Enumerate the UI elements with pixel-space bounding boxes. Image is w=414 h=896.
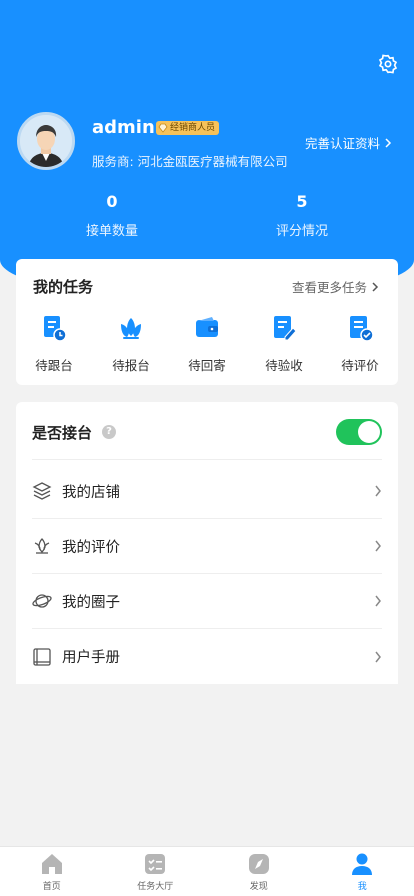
- menu-item-label: 我的店铺: [62, 484, 120, 501]
- complete-profile-link[interactable]: 完善认证资料: [305, 133, 392, 152]
- task-label: 待评价: [341, 358, 379, 373]
- role-badge: 经销商人员: [156, 121, 220, 135]
- tab-label: 我: [357, 882, 367, 892]
- chevron-right-icon: [375, 540, 381, 552]
- lotus-icon: [121, 318, 141, 339]
- avatar[interactable]: [17, 112, 75, 170]
- task-pending-acceptance[interactable]: 待验收: [254, 313, 314, 374]
- task-label: 待验收: [265, 358, 303, 373]
- chevron-right-icon: [375, 595, 381, 607]
- menu-item-label: 我的圈子: [62, 594, 120, 611]
- rating-stat[interactable]: 5 评分情况: [242, 190, 362, 239]
- task-pending-report[interactable]: 待报台: [101, 313, 161, 374]
- my-tasks-title: 我的任务: [33, 278, 94, 296]
- complete-profile-label: 完善认证资料: [304, 136, 380, 151]
- layers-icon: [32, 482, 52, 500]
- check-doc-icon: [350, 316, 374, 342]
- tab-home[interactable]: 首页: [0, 847, 104, 896]
- accept-order-row: 是否接台 ?: [32, 405, 382, 460]
- tab-discover[interactable]: 发现: [207, 847, 311, 896]
- bottom-tab-bar: 首页 任务大厅 发现 我: [0, 846, 414, 896]
- compass-icon: [248, 854, 269, 874]
- rating-label: 评分情况: [275, 224, 328, 239]
- settings-icon[interactable]: [378, 54, 398, 74]
- task-pending-follow[interactable]: 待跟台: [24, 313, 84, 374]
- order-count-stat[interactable]: 0 接单数量: [52, 190, 172, 239]
- menu-item-my-circle[interactable]: 我的圈子: [32, 574, 382, 629]
- chevron-right-icon: [375, 485, 381, 497]
- accept-order-label: 是否接台: [32, 423, 93, 442]
- task-pending-return[interactable]: 待回寄: [177, 313, 237, 374]
- lotus-outline-icon: [34, 538, 50, 554]
- task-label: 待回寄: [188, 358, 226, 373]
- settings-menu-card: 是否接台 ? 我的店铺 我的评价 我的圈子 用户手册: [16, 402, 398, 684]
- schedule-icon: [44, 316, 67, 342]
- diamond-icon: [158, 123, 168, 133]
- chevron-right-icon: [375, 651, 381, 662]
- rating-value: 5: [296, 192, 308, 211]
- accept-order-toggle[interactable]: [336, 419, 382, 445]
- person-icon: [352, 853, 373, 875]
- more-tasks-link[interactable]: 查看更多任务: [292, 277, 379, 296]
- task-pending-review[interactable]: 待评价: [330, 313, 390, 374]
- book-icon: [33, 647, 51, 666]
- menu-item-my-reviews[interactable]: 我的评价: [32, 519, 382, 574]
- wallet-icon: [196, 317, 218, 337]
- home-icon: [41, 854, 62, 874]
- tab-me[interactable]: 我: [311, 847, 414, 896]
- more-tasks-label: 查看更多任务: [291, 280, 367, 295]
- provider-text: 服务商: 河北金瓯医疗器械有限公司: [92, 154, 288, 169]
- menu-item-label: 我的评价: [62, 539, 120, 556]
- task-label: 待跟台: [35, 358, 73, 373]
- menu-item-user-manual[interactable]: 用户手册: [32, 629, 382, 684]
- order-count-value: 0: [106, 192, 118, 211]
- my-tasks-card: 我的任务 查看更多任务 待跟台 待报台 待回寄 待验收 待评价: [16, 259, 398, 385]
- task-label: 待报台: [112, 358, 150, 373]
- chevron-right-icon: [372, 281, 379, 292]
- menu-item-label: 用户手册: [62, 650, 120, 666]
- tab-label: 任务大厅: [137, 882, 174, 892]
- order-count-label: 接单数量: [85, 224, 138, 239]
- username: admin: [92, 117, 155, 138]
- tab-label: 首页: [42, 882, 61, 892]
- chevron-right-icon: [385, 137, 392, 148]
- edit-doc-icon: [274, 316, 297, 341]
- tab-label: 发现: [249, 882, 268, 892]
- role-badge-label: 经销商人员: [170, 123, 216, 133]
- menu-item-my-shop[interactable]: 我的店铺: [32, 464, 382, 519]
- help-icon[interactable]: ?: [102, 425, 117, 439]
- tab-task-hall[interactable]: 任务大厅: [104, 847, 208, 896]
- planet-icon: [32, 594, 52, 608]
- task-list-icon: [145, 854, 166, 874]
- toggle-knob: [358, 421, 380, 443]
